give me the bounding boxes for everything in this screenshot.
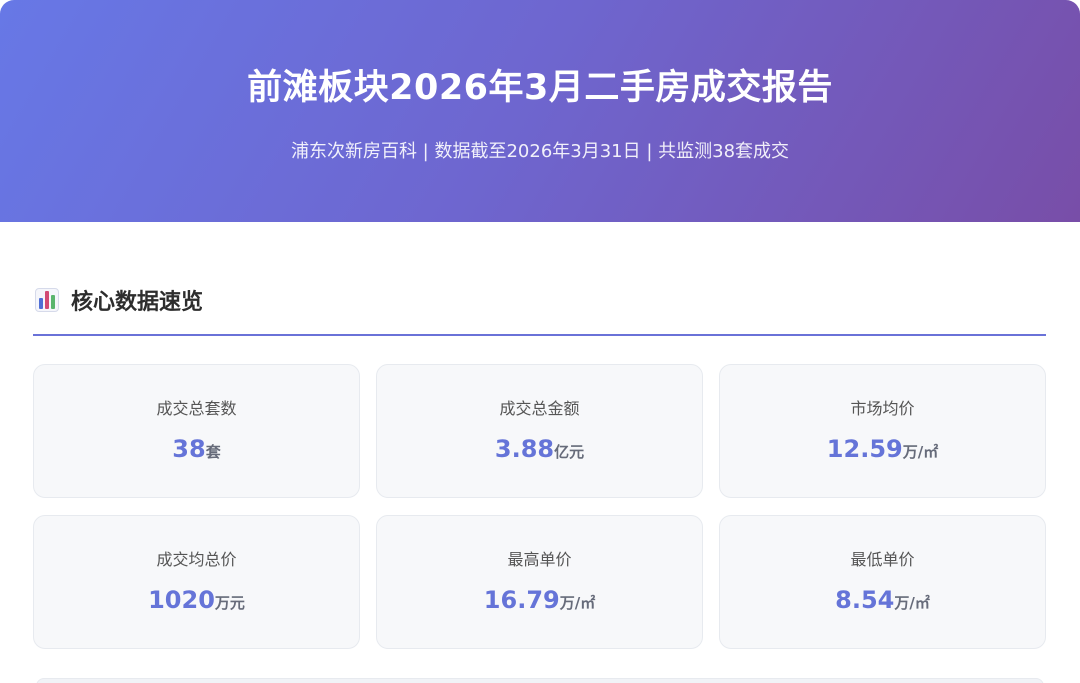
stat-unit: 亿元 xyxy=(554,443,585,461)
stat-label: 最低单价 xyxy=(850,550,915,569)
stat-label: 成交总套数 xyxy=(156,399,237,418)
stat-unit: 万/㎡ xyxy=(559,594,596,612)
next-section-card xyxy=(36,678,1044,683)
stat-value: 16.79 xyxy=(483,586,560,614)
bar-chart-icon-bar xyxy=(45,291,49,309)
bar-chart-icon xyxy=(35,288,59,312)
stat-value: 12.59 xyxy=(826,435,903,463)
bar-chart-icon-bar xyxy=(51,295,55,309)
section-title: 核心数据速览 xyxy=(71,290,204,315)
stat-value-row: 8.54万/㎡ xyxy=(720,586,1045,614)
stat-card-total-units: 成交总套数 38套 xyxy=(33,364,360,498)
stat-card-highest-unit-price: 最高单价 16.79万/㎡ xyxy=(376,515,703,649)
bar-chart-icon-bar xyxy=(39,298,43,309)
stat-label: 成交均总价 xyxy=(156,550,237,569)
report-header: 前滩板块2026年3月二手房成交报告 浦东次新房百科 | 数据截至2026年3月… xyxy=(0,0,1080,222)
stat-card-average-price: 市场均价 12.59万/㎡ xyxy=(719,364,1046,498)
stat-label: 市场均价 xyxy=(850,399,915,418)
report-title: 前滩板块2026年3月二手房成交报告 xyxy=(247,68,833,108)
stat-value-row: 1020万元 xyxy=(34,586,359,614)
stat-value: 1020 xyxy=(148,586,215,614)
stat-value: 38 xyxy=(172,435,206,463)
report-subtitle: 浦东次新房百科 | 数据截至2026年3月31日 | 共监测38套成交 xyxy=(290,141,790,162)
stat-value: 3.88 xyxy=(494,435,555,463)
stat-label: 成交总金额 xyxy=(499,399,580,418)
stat-card-total-amount: 成交总金额 3.88亿元 xyxy=(376,364,703,498)
stat-value-row: 16.79万/㎡ xyxy=(377,586,702,614)
stat-unit: 套 xyxy=(205,443,221,461)
stat-unit: 万元 xyxy=(214,594,245,612)
stat-value: 8.54 xyxy=(835,586,895,614)
section-divider xyxy=(33,334,1046,336)
stat-value-row: 12.59万/㎡ xyxy=(720,435,1045,463)
core-data-section-header: 核心数据速览 xyxy=(35,282,203,318)
stat-card-average-total-price: 成交均总价 1020万元 xyxy=(33,515,360,649)
stats-grid: 成交总套数 38套 成交总金额 3.88亿元 市场均价 12.59万/㎡ 成交均… xyxy=(33,364,1046,649)
report-page: 前滩板块2026年3月二手房成交报告 浦东次新房百科 | 数据截至2026年3月… xyxy=(0,0,1080,683)
stat-card-lowest-unit-price: 最低单价 8.54万/㎡ xyxy=(719,515,1046,649)
stat-value-row: 3.88亿元 xyxy=(377,435,702,463)
stat-label: 最高单价 xyxy=(507,550,572,569)
stat-unit: 万/㎡ xyxy=(902,443,939,461)
stat-value-row: 38套 xyxy=(34,435,359,463)
stat-unit: 万/㎡ xyxy=(894,594,930,612)
